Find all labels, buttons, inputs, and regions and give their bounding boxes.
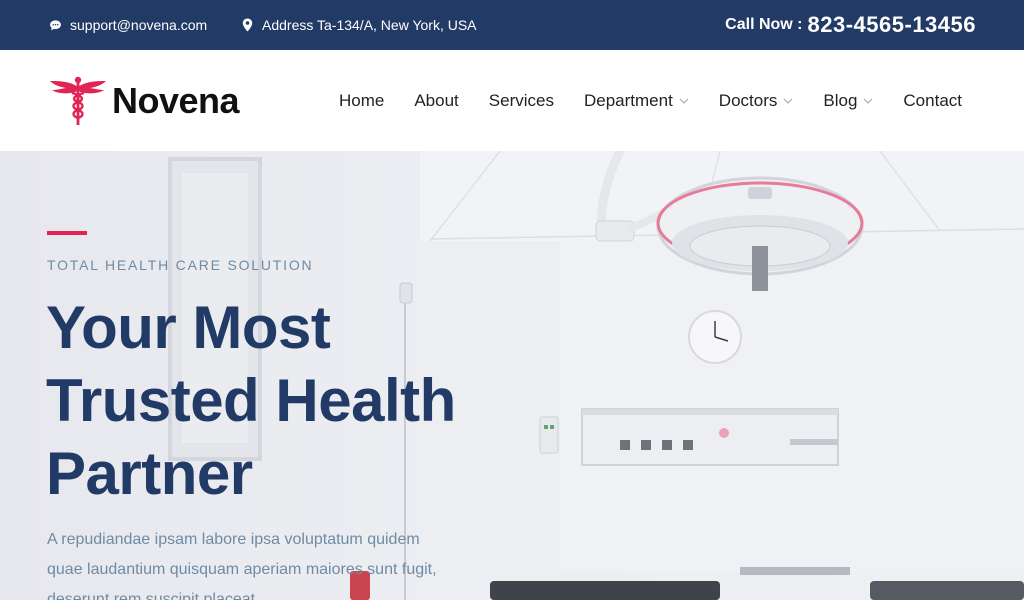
chevron-down-icon — [863, 98, 873, 104]
call-now[interactable]: Call Now : 823-4565-13456 — [725, 0, 976, 50]
nav-item-doctors[interactable]: Doctors — [719, 91, 794, 111]
address-text: Address Ta-134/A, New York, USA — [262, 17, 477, 33]
call-label: Call Now : — [725, 16, 803, 33]
address-info: Address Ta-134/A, New York, USA — [240, 0, 477, 50]
chat-icon — [48, 18, 62, 32]
nav-item-about[interactable]: About — [414, 91, 458, 111]
main-navbar: Novena Home About Services Department Do… — [0, 50, 1024, 151]
top-info-bar: support@novena.com Address Ta-134/A, New… — [0, 0, 1024, 50]
caduceus-icon — [50, 76, 106, 125]
phone-number[interactable]: 823-4565-13456 — [808, 12, 976, 38]
nav-item-department[interactable]: Department — [584, 91, 689, 111]
nav-item-home[interactable]: Home — [339, 91, 384, 111]
email-text: support@novena.com — [70, 17, 208, 33]
nav-item-services[interactable]: Services — [489, 91, 554, 111]
accent-divider — [47, 231, 87, 235]
hero-description: A repudiandae ipsam labore ipsa voluptat… — [47, 531, 437, 600]
hero-title: Your Most Trusted Health Partner — [46, 294, 456, 507]
email-contact[interactable]: support@novena.com — [48, 0, 207, 50]
brand-name: Novena — [112, 79, 240, 121]
hero-subtitle: TOTAL HEALTH CARE SOLUTION — [47, 257, 314, 273]
site-logo[interactable]: Novena — [48, 50, 240, 151]
nav-item-blog[interactable]: Blog — [823, 91, 873, 111]
nav-item-contact[interactable]: Contact — [903, 91, 962, 111]
chevron-down-icon — [783, 98, 793, 104]
chevron-down-icon — [679, 98, 689, 104]
map-marker-icon — [240, 18, 254, 32]
hero-banner: TOTAL HEALTH CARE SOLUTION Your Most Tru… — [0, 151, 1024, 600]
main-nav: Home About Services Department Doctors B… — [309, 50, 962, 151]
